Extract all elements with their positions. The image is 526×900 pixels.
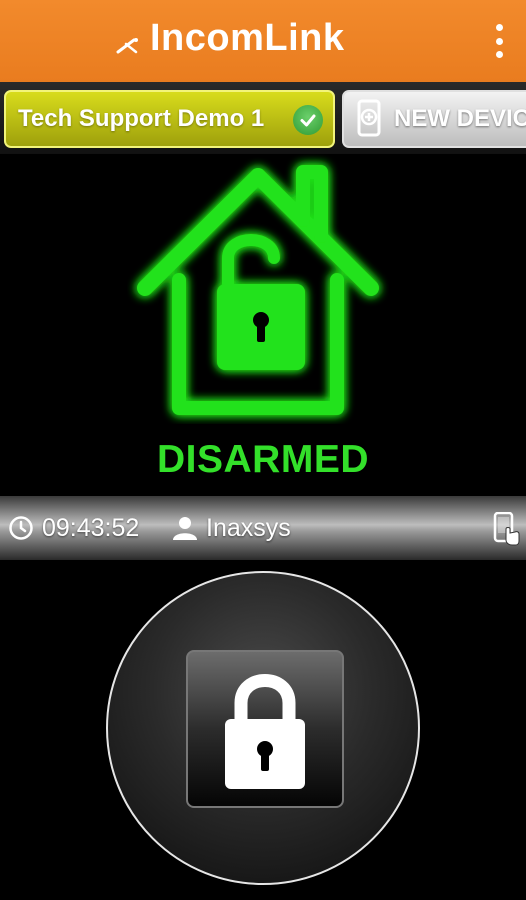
info-bar: 09:43:52 Inaxsys xyxy=(0,496,526,560)
last-event-time: 09:43:52 xyxy=(8,514,139,543)
device-tab-strip: Tech Support Demo 1 NEW DEVICE xyxy=(0,82,526,154)
arm-lock-button[interactable] xyxy=(106,571,420,885)
tab-new-device[interactable]: NEW DEVICE xyxy=(342,90,526,148)
user-icon xyxy=(173,517,197,540)
last-event-user: Inaxsys xyxy=(172,514,291,543)
tab-device-active[interactable]: Tech Support Demo 1 xyxy=(4,90,335,148)
brand-logo: IncomLink xyxy=(114,10,345,66)
app-bar: IncomLink xyxy=(0,0,526,82)
house-unlocked-icon xyxy=(137,165,379,415)
check-circle-icon xyxy=(293,105,323,135)
phone-touch-icon[interactable] xyxy=(492,512,520,546)
lock-tile xyxy=(186,650,344,808)
new-device-label: NEW DEVICE xyxy=(394,105,526,132)
arm-status-label: DISARMED xyxy=(156,438,369,481)
tab-device-label: Tech Support Demo 1 xyxy=(18,105,265,132)
padlock-icon xyxy=(225,674,305,789)
brand-name: IncomLink xyxy=(150,16,345,59)
logo-mark-icon xyxy=(116,38,138,54)
more-vert-icon[interactable] xyxy=(492,24,506,58)
arm-status-panel: DISARMED xyxy=(0,154,526,494)
user-value: Inaxsys xyxy=(206,513,291,542)
clock-icon xyxy=(9,516,33,540)
time-value: 09:43:52 xyxy=(42,513,140,542)
add-device-icon xyxy=(357,99,381,137)
